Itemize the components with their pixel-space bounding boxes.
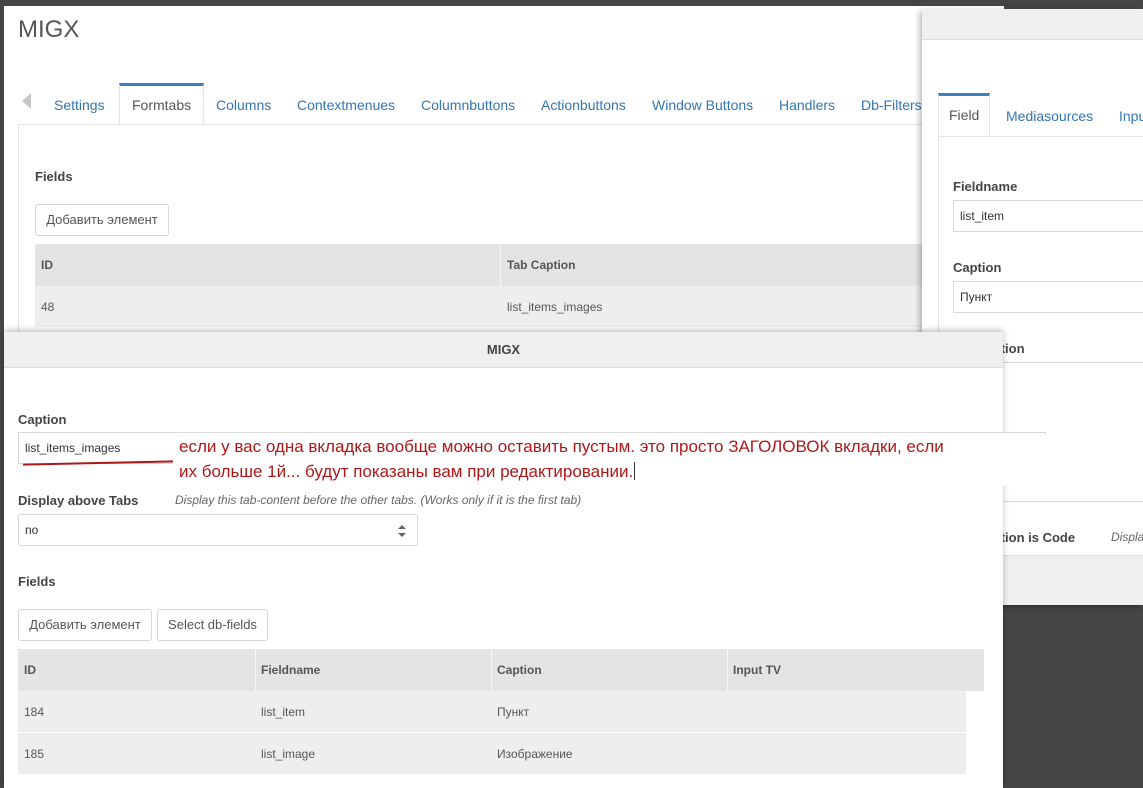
select-arrows-icon <box>398 525 406 537</box>
annotation-line-1: если у вас одна вкладка вообще можно ост… <box>179 437 944 456</box>
column-header-caption[interactable]: Caption <box>497 663 542 677</box>
migx-formtab-window: MIGX Caption если у вас одна вкладка воо… <box>4 332 1051 788</box>
annotation-note: если у вас одна вкладка вообще можно ост… <box>173 434 1051 486</box>
add-element-button[interactable]: Добавить элемент <box>18 609 152 641</box>
formtabs-grid: ID Tab Caption 48 list_items_images <box>35 244 1005 328</box>
annotation-line-2-text: их больше 1й... будут показаны вам при р… <box>179 462 634 481</box>
grid-header: ID Fieldname Caption Input TV <box>18 649 984 691</box>
cell-fieldname: list_item <box>261 705 306 719</box>
column-divider[interactable] <box>491 649 492 691</box>
description-is-code-hint: Displa <box>1111 530 1143 544</box>
column-header-tab-caption[interactable]: Tab Caption <box>507 258 575 272</box>
fieldname-input[interactable]: list_item <box>953 200 1143 232</box>
tab-scroll-left-icon[interactable] <box>22 93 31 109</box>
caption-input[interactable]: Пункт <box>953 281 1143 313</box>
window-titlebar[interactable] <box>922 9 1143 40</box>
tab-mediasources[interactable]: Mediasources <box>1006 93 1093 135</box>
tab-window-buttons[interactable]: Window Buttons <box>652 83 753 125</box>
window-titlebar[interactable]: MIGX <box>4 332 1003 368</box>
cell-id: 185 <box>24 747 45 761</box>
fields-heading: Fields <box>35 169 73 184</box>
back-tab-bar: Settings Formtabs Columns Contextmenues … <box>18 83 1008 125</box>
tab-actionbuttons[interactable]: Actionbuttons <box>541 83 626 125</box>
display-above-tabs-select[interactable]: no <box>18 514 418 546</box>
tab-columnbuttons[interactable]: Columnbuttons <box>421 83 515 125</box>
field-tab-bar: Field Mediasources Inpu <box>938 93 1143 137</box>
column-header-id[interactable]: ID <box>41 258 53 272</box>
display-above-tabs-hint: Display this tab-content before the othe… <box>175 493 582 507</box>
column-header-fieldname[interactable]: Fieldname <box>261 663 320 677</box>
tab-handlers[interactable]: Handlers <box>779 83 835 125</box>
cell-id: 48 <box>41 300 55 314</box>
column-divider[interactable] <box>500 244 501 286</box>
tab-formtabs[interactable]: Formtabs <box>119 83 205 125</box>
cell-tab-caption: list_items_images <box>507 300 603 314</box>
fields-heading: Fields <box>18 574 56 589</box>
cell-caption: Изображение <box>497 747 573 761</box>
column-header-input-tv[interactable]: Input TV <box>733 663 781 677</box>
column-header-id[interactable]: ID <box>24 663 36 677</box>
tab-contextmenues[interactable]: Contextmenues <box>297 83 395 125</box>
table-row[interactable]: 48 list_items_images <box>35 286 1005 328</box>
fieldname-label: Fieldname <box>953 179 1018 194</box>
fields-grid: ID Fieldname Caption Input TV 184 list_i… <box>18 649 984 775</box>
caption-label: Caption <box>18 412 67 427</box>
select-value: no <box>25 523 39 537</box>
column-divider[interactable] <box>727 649 728 691</box>
annotation-line-2: их больше 1й... будут показаны вам при р… <box>179 459 1051 484</box>
grid-header: ID Tab Caption <box>35 244 1005 286</box>
migx-back-window: MIGX Settings Formtabs Columns Contextme… <box>4 6 1005 340</box>
tab-input[interactable]: Inpu <box>1119 93 1143 135</box>
page-title: MIGX <box>18 16 80 43</box>
add-element-button[interactable]: Добавить элемент <box>35 204 169 236</box>
tab-settings[interactable]: Settings <box>54 83 105 125</box>
table-row[interactable]: 184 list_item Пункт <box>18 691 966 733</box>
column-divider[interactable] <box>255 649 256 691</box>
formtabs-panel: Fields Добавить элемент ID Tab Caption 4… <box>18 124 1005 340</box>
tab-columns[interactable]: Columns <box>216 83 271 125</box>
display-above-tabs-label: Display above Tabs <box>18 493 139 508</box>
select-db-fields-button[interactable]: Select db-fields <box>157 609 268 641</box>
table-row[interactable]: 185 list_image Изображение <box>18 733 966 775</box>
tab-db-filters[interactable]: Db-Filters <box>861 83 922 125</box>
cell-caption: Пункт <box>497 705 530 719</box>
text-cursor <box>634 462 636 480</box>
cell-fieldname: list_image <box>261 747 316 761</box>
cell-id: 184 <box>24 705 45 719</box>
tab-field[interactable]: Field <box>938 93 991 135</box>
caption-label: Caption <box>953 260 1002 275</box>
